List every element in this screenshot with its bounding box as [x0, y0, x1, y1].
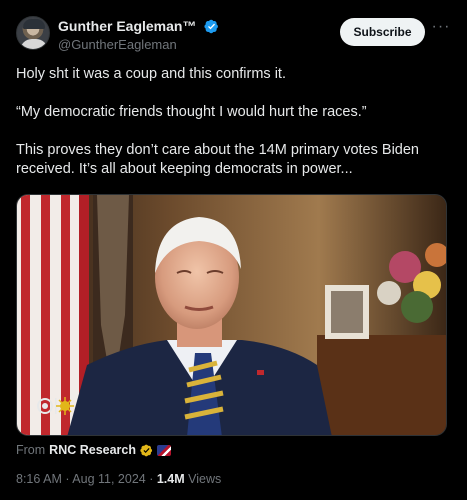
interview-photo — [17, 195, 446, 435]
timestamp-link[interactable]: 8:16 AM · Aug 11, 2024 · — [16, 472, 157, 486]
tweet-text-line: received. It’s all about keeping democra… — [16, 161, 353, 177]
tweet-text-line: This proves they don’t care about the 14… — [16, 142, 419, 158]
verified-badge-icon[interactable] — [204, 19, 219, 34]
views-count: 1.4M — [156, 472, 185, 486]
tweet-text: Holy sht it was a coup and this confirms… — [16, 65, 456, 179]
avatar-shirt — [20, 39, 48, 49]
tweet-text-line: “My democratic friends thought I would h… — [16, 104, 367, 120]
subscribe-button[interactable]: Subscribe — [340, 18, 425, 46]
avatar-cap — [23, 19, 45, 29]
media-attribution: From RNC Research — [16, 442, 172, 458]
tweet-card: Gunther Eagleman™ @GuntherEagleman Subsc… — [0, 0, 467, 500]
more-options-icon[interactable]: ··· — [431, 19, 451, 40]
affiliate-flag-icon — [157, 444, 172, 456]
attribution-source-link[interactable]: RNC Research — [49, 442, 136, 458]
attribution-prefix: From — [16, 443, 46, 457]
tweet-media-image[interactable] — [16, 194, 447, 436]
tweet-text-line: Holy sht it was a coup and this confirms… — [16, 66, 286, 82]
avatar[interactable] — [16, 16, 50, 50]
author-names: Gunther Eagleman™ @GuntherEagleman — [58, 17, 219, 54]
views-label: Views — [184, 472, 222, 486]
author-display-name[interactable]: Gunther Eagleman™ — [58, 17, 196, 35]
tweet-header: Gunther Eagleman™ @GuntherEagleman Subsc… — [16, 16, 451, 58]
tweet-meta: 8:16 AM · Aug 11, 2024 · 1.4M Views — [16, 471, 221, 487]
author-handle[interactable]: @GuntherEagleman — [58, 36, 219, 54]
gold-verified-badge-icon — [140, 444, 153, 456]
